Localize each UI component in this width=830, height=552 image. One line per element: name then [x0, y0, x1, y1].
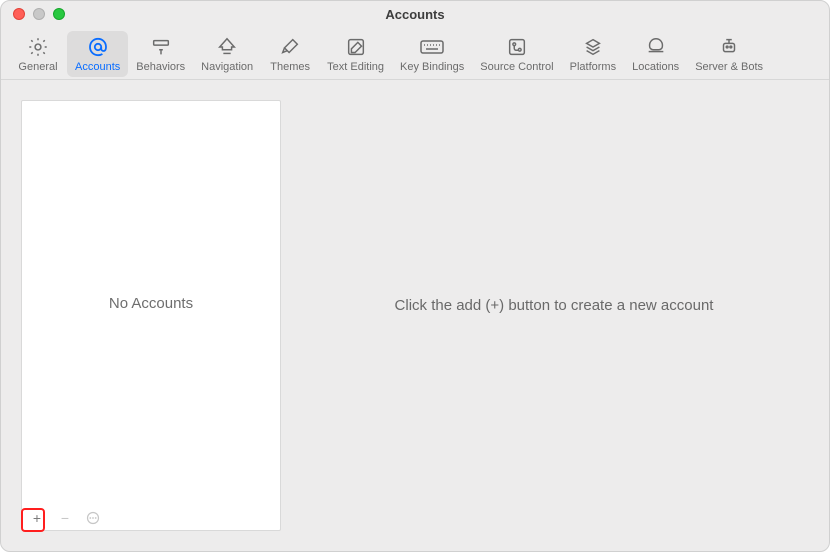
tab-label: General	[18, 61, 57, 73]
preferences-window: Accounts General Accounts	[0, 0, 830, 552]
paintbrush-icon	[279, 35, 301, 59]
at-sign-icon	[86, 35, 110, 59]
detail-empty-label: Click the add (+) button to create a new…	[395, 297, 714, 314]
tab-server-bots[interactable]: Server & Bots	[687, 31, 771, 77]
ellipsis-circle-icon	[86, 511, 100, 525]
tab-label: Key Bindings	[400, 61, 464, 73]
plus-icon: +	[33, 510, 41, 526]
text-editing-icon	[345, 35, 367, 59]
tab-themes[interactable]: Themes	[261, 31, 319, 77]
content-area: No Accounts + −	[1, 80, 829, 551]
accounts-sidebar: No Accounts + −	[21, 100, 281, 531]
sidebar-footer: + −	[22, 506, 280, 530]
tab-behaviors[interactable]: Behaviors	[128, 31, 193, 77]
tab-label: Navigation	[201, 61, 253, 73]
tab-label: Locations	[632, 61, 679, 73]
tab-label: Platforms	[570, 61, 616, 73]
tab-source-control[interactable]: Source Control	[472, 31, 561, 77]
tab-label: Server & Bots	[695, 61, 763, 73]
tab-label: Accounts	[75, 61, 120, 73]
tab-general[interactable]: General	[9, 31, 67, 77]
source-control-icon	[506, 35, 528, 59]
tab-accounts[interactable]: Accounts	[67, 31, 128, 77]
behaviors-icon	[150, 35, 172, 59]
navigation-icon	[216, 35, 238, 59]
add-account-button[interactable]: +	[28, 509, 46, 527]
account-detail-pane: Click the add (+) button to create a new…	[299, 100, 809, 531]
close-button[interactable]	[13, 8, 25, 20]
no-accounts-label: No Accounts	[109, 295, 193, 312]
window-title: Accounts	[1, 7, 829, 22]
tab-platforms[interactable]: Platforms	[562, 31, 624, 77]
tab-locations[interactable]: Locations	[624, 31, 687, 77]
minus-icon: −	[61, 510, 69, 526]
gear-icon	[27, 35, 49, 59]
bot-icon	[718, 35, 740, 59]
preferences-toolbar: General Accounts Behaviors	[1, 27, 829, 80]
tab-label: Behaviors	[136, 61, 185, 73]
account-actions-button[interactable]	[84, 509, 102, 527]
tab-label: Themes	[270, 61, 310, 73]
zoom-button[interactable]	[53, 8, 65, 20]
tab-text-editing[interactable]: Text Editing	[319, 31, 392, 77]
locations-icon	[645, 35, 667, 59]
platforms-icon	[582, 35, 604, 59]
tab-key-bindings[interactable]: Key Bindings	[392, 31, 472, 77]
keyboard-icon	[419, 35, 445, 59]
tab-navigation[interactable]: Navigation	[193, 31, 261, 77]
accounts-list-empty: No Accounts	[22, 101, 280, 506]
traffic-lights	[1, 8, 65, 20]
tab-label: Text Editing	[327, 61, 384, 73]
tab-label: Source Control	[480, 61, 553, 73]
remove-account-button[interactable]: −	[56, 509, 74, 527]
titlebar: Accounts	[1, 1, 829, 27]
minimize-button[interactable]	[33, 8, 45, 20]
